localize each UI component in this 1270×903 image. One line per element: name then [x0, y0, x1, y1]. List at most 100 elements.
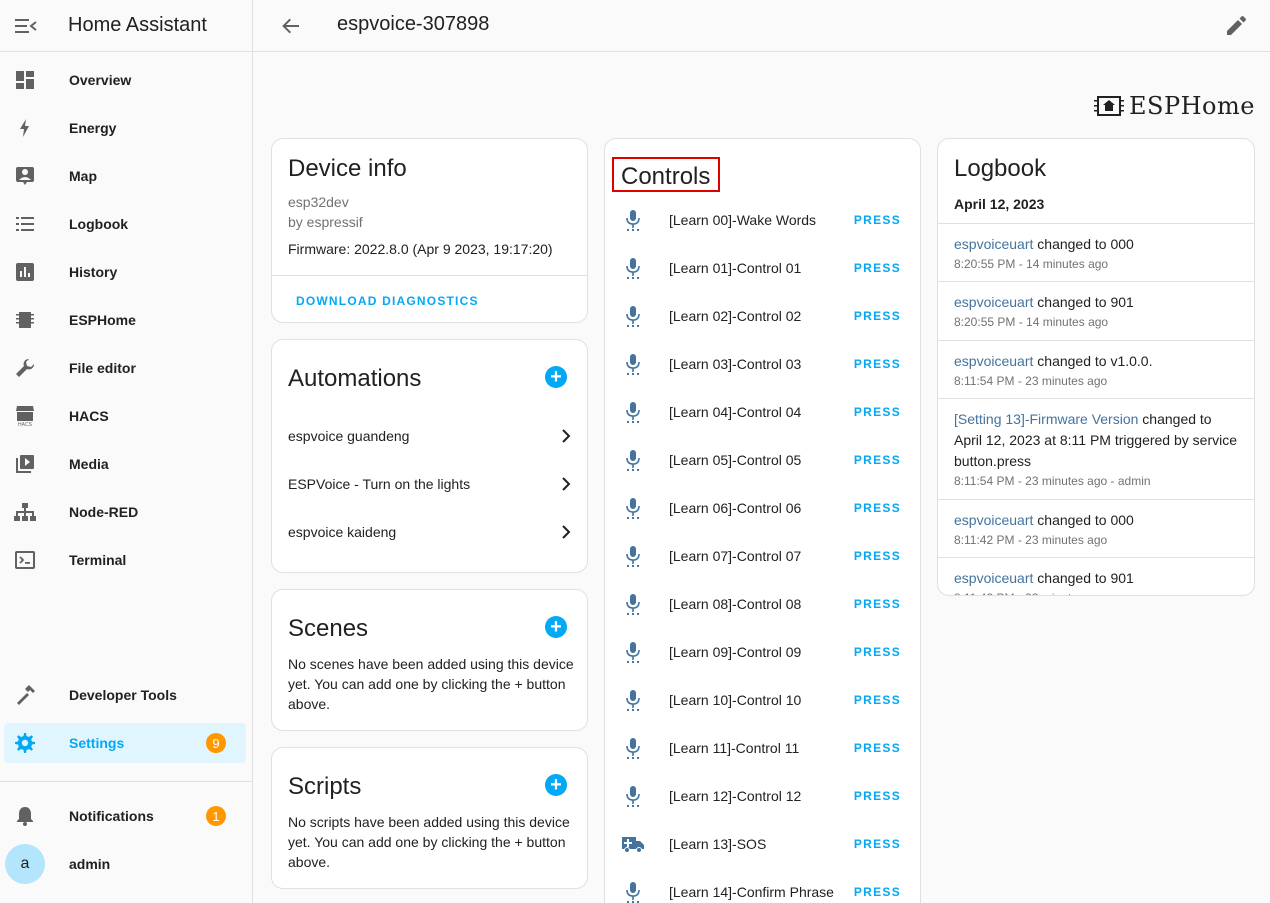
microphone-icon: [605, 449, 661, 471]
logbook-title: Logbook: [954, 155, 1047, 182]
logbook-time: 8:20:55 PM - 14 minutes ago: [954, 315, 1109, 329]
logbook-entry: espvoiceuart changed to 000 8:11:42 PM - …: [938, 499, 1254, 547]
press-button[interactable]: PRESS: [854, 885, 901, 899]
device-firmware: Firmware: 2022.8.0 (Apr 9 2023, 19:17:20…: [288, 241, 553, 257]
sidebar-item-node-red[interactable]: Node-RED: [4, 492, 246, 532]
control-name: [Learn 01]-Control 01: [669, 260, 802, 276]
logbook-entry: [Setting 13]-Firmware Version changed to…: [938, 398, 1254, 488]
microphone-icon: [605, 737, 661, 759]
scenes-card: Scenes + No scenes have been added using…: [271, 589, 588, 731]
logbook-entity-link[interactable]: espvoiceuart: [954, 236, 1033, 252]
add-automation-button[interactable]: +: [545, 366, 567, 388]
top-bar: espvoice-307898: [253, 0, 1270, 52]
sidebar-item-settings[interactable]: Settings 9: [4, 723, 246, 763]
control-row: [Learn 11]-Control 11 PRESS: [605, 724, 920, 772]
press-button[interactable]: PRESS: [854, 789, 901, 803]
device-manufacturer: by espressif: [288, 214, 363, 230]
app-title: Home Assistant: [68, 14, 207, 36]
add-scene-button[interactable]: +: [545, 616, 567, 638]
microphone-icon: [605, 305, 661, 327]
sidebar-item-overview[interactable]: Overview: [4, 60, 246, 100]
logbook-change-text: changed to 901: [1033, 570, 1134, 586]
card-divider: [272, 275, 587, 276]
logbook-entity-link[interactable]: [Setting 13]-Firmware Version: [954, 411, 1138, 427]
ambulance-icon: [605, 835, 661, 853]
press-button[interactable]: PRESS: [854, 693, 901, 707]
automation-item[interactable]: ESPVoice - Turn on the lights: [288, 472, 571, 496]
press-button[interactable]: PRESS: [854, 309, 901, 323]
microphone-icon: [605, 209, 661, 231]
controls-highlight-box: [612, 157, 720, 192]
esphome-logo-icon: [1094, 96, 1124, 116]
press-button[interactable]: PRESS: [854, 549, 901, 563]
control-row: [Learn 06]-Control 06 PRESS: [605, 484, 920, 532]
back-arrow-icon[interactable]: [277, 12, 305, 40]
press-button[interactable]: PRESS: [854, 405, 901, 419]
page-title: espvoice-307898: [337, 13, 490, 35]
sidebar-item-notifications[interactable]: Notifications 1: [4, 796, 246, 836]
sidebar-item-esphome[interactable]: ESPHome: [4, 300, 246, 340]
sidebar-item-media[interactable]: Media: [4, 444, 246, 484]
microphone-icon: [605, 257, 661, 279]
menu-icon[interactable]: [0, 0, 52, 52]
sidebar-item-hacs[interactable]: HACS HACS: [4, 396, 246, 436]
bell-icon: [5, 806, 45, 826]
sidebar-item-history[interactable]: History: [4, 252, 246, 292]
sidebar-item-developer-tools[interactable]: Developer Tools: [4, 675, 246, 715]
logbook-time: 8:11:54 PM - 23 minutes ago - admin: [954, 474, 1151, 488]
settings-badge: 9: [206, 733, 226, 753]
pencil-icon[interactable]: [1222, 12, 1250, 40]
microphone-icon: [605, 401, 661, 423]
download-diagnostics-button[interactable]: DOWNLOAD DIAGNOSTICS: [296, 294, 479, 308]
sidebar-item-terminal[interactable]: Terminal: [4, 540, 246, 580]
scripts-empty-text: No scripts have been added using this de…: [288, 814, 570, 870]
sidebar-item-label: Notifications: [69, 808, 154, 824]
logbook-message: espvoiceuart changed to 901: [954, 568, 1238, 589]
automation-item[interactable]: espvoice kaideng: [288, 520, 571, 544]
device-info-title: Device info: [288, 155, 407, 182]
control-name: [Learn 12]-Control 12: [669, 788, 802, 804]
control-name: [Learn 04]-Control 04: [669, 404, 802, 420]
logbook-message: espvoiceuart changed to 000: [954, 234, 1238, 255]
map-icon: [5, 166, 45, 186]
hammer-icon: [5, 685, 45, 705]
sidebar-item-file-editor[interactable]: File editor: [4, 348, 246, 388]
press-button[interactable]: PRESS: [854, 837, 901, 851]
energy-icon: [5, 118, 45, 138]
press-button[interactable]: PRESS: [854, 501, 901, 515]
press-button[interactable]: PRESS: [854, 741, 901, 755]
logbook-card: Logbook April 12, 2023 espvoiceuart chan…: [937, 138, 1255, 596]
logbook-entity-link[interactable]: espvoiceuart: [954, 512, 1033, 528]
logbook-time: 8:11:54 PM - 23 minutes ago: [954, 374, 1108, 388]
logbook-entity-link[interactable]: espvoiceuart: [954, 353, 1033, 369]
control-name: [Learn 13]-SOS: [669, 836, 767, 852]
sidebar-item-map[interactable]: Map: [4, 156, 246, 196]
sidebar-item-user[interactable]: a admin: [4, 844, 246, 884]
sidebar-item-energy[interactable]: Energy: [4, 108, 246, 148]
press-button[interactable]: PRESS: [854, 357, 901, 371]
sidebar-item-logbook[interactable]: Logbook: [4, 204, 246, 244]
controls-card: Controls [Learn 00]-Wake Words PRESS [Lear…: [604, 138, 921, 903]
microphone-icon: [605, 881, 661, 903]
control-name: [Learn 03]-Control 03: [669, 356, 802, 372]
sidebar-item-label: HACS: [69, 408, 109, 424]
logbook-entity-link[interactable]: espvoiceuart: [954, 570, 1033, 586]
logbook-time: 8:11:42 PM - 23 minutes ago: [954, 533, 1108, 547]
press-button[interactable]: PRESS: [854, 453, 901, 467]
logbook-entity-link[interactable]: espvoiceuart: [954, 294, 1033, 310]
press-button[interactable]: PRESS: [854, 213, 901, 227]
press-button[interactable]: PRESS: [854, 645, 901, 659]
logbook-entry: espvoiceuart changed to 901 8:11:42 PM - …: [938, 557, 1254, 595]
sidebar-item-label: Terminal: [69, 552, 127, 568]
control-row: [Learn 09]-Control 09 PRESS: [605, 628, 920, 676]
logbook-icon: [5, 214, 45, 234]
sidebar-item-label: Logbook: [69, 216, 129, 232]
control-name: [Learn 05]-Control 05: [669, 452, 802, 468]
press-button[interactable]: PRESS: [854, 261, 901, 275]
press-button[interactable]: PRESS: [854, 597, 901, 611]
add-script-button[interactable]: +: [545, 774, 567, 796]
media-icon: [5, 454, 45, 474]
automation-item[interactable]: espvoice guandeng: [288, 424, 571, 448]
esphome-chip-icon: [5, 310, 45, 330]
microphone-icon: [605, 353, 661, 375]
